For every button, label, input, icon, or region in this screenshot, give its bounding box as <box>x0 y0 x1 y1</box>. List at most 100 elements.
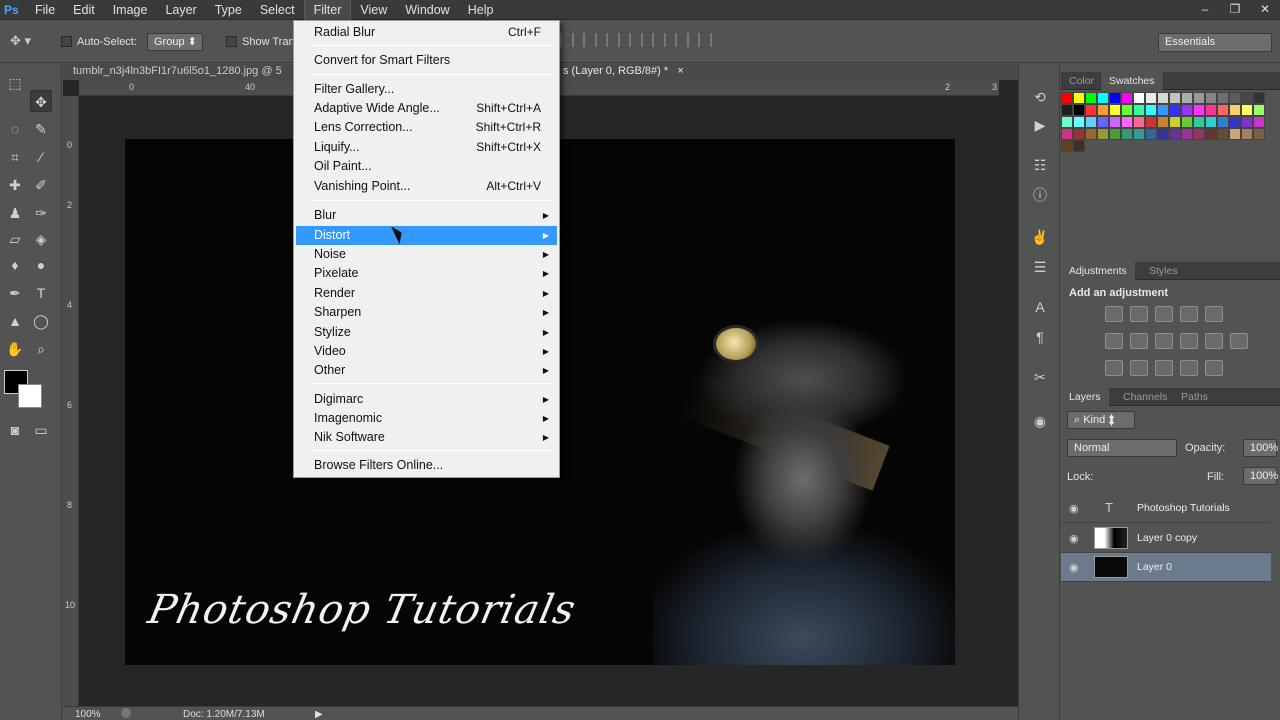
lasso-tool-icon[interactable]: ◌ <box>4 118 26 140</box>
color-swatch[interactable] <box>1193 92 1205 104</box>
show-transform-checkbox[interactable] <box>226 36 237 47</box>
restore-button[interactable]: ❐ <box>1220 0 1250 20</box>
color-swatch[interactable] <box>1061 92 1073 104</box>
levels-icon[interactable] <box>1130 306 1148 322</box>
hue-saturation-icon[interactable] <box>1105 333 1123 349</box>
path-select-tool-icon[interactable]: ▲ <box>4 310 26 332</box>
menu-item-stylize[interactable]: Stylize ▶ <box>296 323 557 342</box>
align-distribute-buttons[interactable] <box>560 33 712 47</box>
align-icon[interactable] <box>560 33 574 47</box>
marquee-tool-icon[interactable]: ⬚ <box>4 72 26 94</box>
color-swatch[interactable] <box>1169 116 1181 128</box>
distribute-icon[interactable] <box>675 33 689 47</box>
minimize-button[interactable]: – <box>1190 0 1220 20</box>
align-icon[interactable] <box>583 33 597 47</box>
menu-select[interactable]: Select <box>251 0 304 20</box>
color-swatch[interactable] <box>1097 116 1109 128</box>
actions-panel-icon[interactable]: ▶ <box>1029 114 1051 136</box>
color-swatch[interactable] <box>1193 128 1205 140</box>
info-panel-icon[interactable]: ⓘ <box>1029 184 1051 206</box>
character-panel-icon[interactable]: A <box>1029 296 1051 318</box>
menu-help[interactable]: Help <box>459 0 503 20</box>
healing-tool-icon[interactable]: ✚ <box>4 174 26 196</box>
color-swatch[interactable] <box>1121 92 1133 104</box>
color-swatch[interactable] <box>1181 116 1193 128</box>
fill-input[interactable]: 100% <box>1243 467 1278 485</box>
color-swatch[interactable] <box>1181 92 1193 104</box>
color-swatch[interactable] <box>1217 128 1229 140</box>
color-swatch[interactable] <box>1133 128 1145 140</box>
color-swatch[interactable] <box>1073 128 1085 140</box>
visibility-eye-icon[interactable]: ◉ <box>1069 561 1079 574</box>
menu-item-render[interactable]: Render ▶ <box>296 284 557 303</box>
quick-select-tool-icon[interactable]: ✎ <box>30 118 52 140</box>
color-swatch[interactable] <box>1205 116 1217 128</box>
channel-mixer-icon[interactable] <box>1205 333 1223 349</box>
color-swatch[interactable] <box>1085 116 1097 128</box>
color-swatch[interactable] <box>1085 92 1097 104</box>
color-swatch[interactable] <box>1205 128 1217 140</box>
layer-row-base[interactable]: ◉ Layer 0 <box>1061 553 1271 582</box>
move-tool-preset-icon[interactable]: ✥ ▾ <box>10 33 42 51</box>
color-swatch[interactable] <box>1157 92 1169 104</box>
status-menu-arrow-icon[interactable]: ▶ <box>315 709 323 720</box>
color-swatch[interactable] <box>1253 128 1265 140</box>
color-swatch[interactable] <box>1157 104 1169 116</box>
photo-filter-icon[interactable] <box>1180 333 1198 349</box>
menu-edit[interactable]: Edit <box>64 0 104 20</box>
color-swatch[interactable] <box>1169 104 1181 116</box>
color-swatch[interactable] <box>1169 92 1181 104</box>
menu-item-oil-paint[interactable]: Oil Paint... <box>296 157 557 176</box>
color-swatch[interactable] <box>1217 92 1229 104</box>
color-swatch[interactable] <box>1133 92 1145 104</box>
color-swatch[interactable] <box>1133 116 1145 128</box>
move-tool-icon[interactable]: ✥ <box>30 90 52 112</box>
curves-icon[interactable] <box>1155 306 1173 322</box>
close-tab-icon[interactable]: × <box>677 65 683 77</box>
color-swatch[interactable] <box>1061 140 1073 152</box>
color-swatch[interactable] <box>1229 116 1241 128</box>
color-swatch[interactable] <box>1193 104 1205 116</box>
color-swatch[interactable] <box>1229 104 1241 116</box>
exposure-icon[interactable] <box>1180 306 1198 322</box>
type-tool-icon[interactable]: T <box>30 282 52 304</box>
menu-item-convert-smart-filters[interactable]: Convert for Smart Filters <box>296 51 557 70</box>
paragraph-panel-icon[interactable]: ¶ <box>1029 326 1051 348</box>
crop-tool-icon[interactable]: ⌗ <box>4 146 26 168</box>
pen-tool-icon[interactable]: ✒ <box>4 282 26 304</box>
quick-mask-icon[interactable]: ◙ <box>4 419 26 441</box>
color-swatch[interactable] <box>1253 104 1265 116</box>
menu-view[interactable]: View <box>351 0 396 20</box>
tab-styles[interactable]: Styles <box>1141 262 1186 280</box>
color-swatch[interactable] <box>1073 116 1085 128</box>
color-swatch[interactable] <box>1121 104 1133 116</box>
invert-icon[interactable] <box>1105 360 1123 376</box>
menu-type[interactable]: Type <box>206 0 251 20</box>
auto-select-dropdown[interactable]: Group ⬍ <box>147 33 203 51</box>
menu-item-digimarc[interactable]: Digimarc ▶ <box>296 390 557 409</box>
tool-presets-icon[interactable]: ✂ <box>1029 366 1051 388</box>
color-swatch[interactable] <box>1097 92 1109 104</box>
close-button[interactable]: ✕ <box>1250 0 1280 20</box>
color-swatch[interactable] <box>1241 116 1253 128</box>
color-swatch[interactable] <box>1061 128 1073 140</box>
color-swatch[interactable] <box>1181 128 1193 140</box>
black-white-icon[interactable] <box>1155 333 1173 349</box>
menu-layer[interactable]: Layer <box>156 0 205 20</box>
color-swatch[interactable] <box>1109 104 1121 116</box>
color-swatch[interactable] <box>1073 104 1085 116</box>
distribute-icon[interactable] <box>652 33 666 47</box>
color-swatch[interactable] <box>1097 128 1109 140</box>
color-swatch[interactable] <box>1109 128 1121 140</box>
brush-tool-icon[interactable]: ✐ <box>30 174 52 196</box>
screen-mode-icon[interactable]: ▭ <box>30 419 52 441</box>
zoom-level[interactable]: 100% <box>75 709 101 720</box>
menu-filter[interactable]: Filter <box>303 0 352 20</box>
color-swatch[interactable] <box>1217 116 1229 128</box>
color-swatch[interactable] <box>1109 92 1121 104</box>
color-swatch[interactable] <box>1241 92 1253 104</box>
color-swatch[interactable] <box>1253 92 1265 104</box>
distribute-icon[interactable] <box>629 33 643 47</box>
zoom-tool-icon[interactable]: ⌕ <box>30 338 52 360</box>
kuler-panel-icon[interactable]: ◉ <box>1029 410 1051 432</box>
